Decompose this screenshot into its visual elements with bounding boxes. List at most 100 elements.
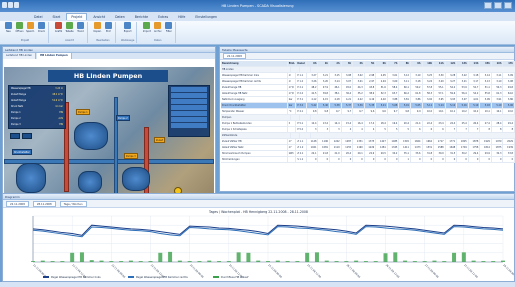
ribbon-button[interactable]: Trend (76, 22, 85, 37)
data-table[interactable]: Bezeichnung Einh. Kanal 0h 1h 2h 3h 4h 5h 6h 7h 8h 9… (221, 61, 515, 190)
column-header[interactable]: Kanal (296, 61, 307, 66)
date-from-field[interactable]: 22.11.2008 (6, 200, 29, 207)
column-header[interactable]: 14h (469, 61, 481, 66)
menu-tab[interactable]: Hilfe (174, 14, 189, 20)
ribbon-button[interactable]: Einf. (104, 22, 113, 37)
column-header[interactable]: 13h (457, 61, 469, 66)
table-cell: m³ (288, 139, 297, 144)
column-header[interactable]: 8h (399, 61, 411, 66)
menu-tab[interactable]: Projekt (66, 13, 88, 20)
menu-tab[interactable]: Extras (154, 14, 172, 20)
table-cell: 3,91 (492, 97, 504, 102)
undo-icon[interactable] (14, 2, 19, 8)
column-header[interactable]: 6h (376, 61, 388, 66)
menu-tab[interactable]: Ansicht (89, 14, 109, 20)
table-cell: 1281 (376, 145, 388, 150)
ribbon-button[interactable]: Grafik (54, 22, 63, 37)
table-cell: 35,2 (353, 91, 365, 96)
menu-tab[interactable]: Berichte (131, 14, 152, 20)
minimize-button[interactable] (484, 2, 492, 9)
ribbon-button[interactable]: Filter (164, 22, 173, 37)
column-header[interactable]: 12h (446, 61, 458, 66)
table-cell: 3,86 (411, 97, 423, 102)
document-tab[interactable]: HB Linden Pumpen (37, 53, 72, 59)
table-cell: 3,30 (434, 73, 446, 78)
ribbon-button[interactable]: Import (142, 22, 151, 37)
column-header[interactable]: 9h (411, 61, 423, 66)
table-cell: 0 (388, 157, 400, 162)
ribbon-button[interactable]: Speich. (26, 22, 35, 37)
table-cell (300, 67, 311, 72)
table-cell: 8 (503, 127, 515, 132)
flow-bar (119, 261, 124, 262)
column-header[interactable]: 10h (423, 61, 435, 66)
table-cell: 57,8 (423, 85, 435, 90)
ribbon-button[interactable]: Archiv (153, 22, 162, 37)
pump-label[interactable]: Druckbehälter (12, 149, 32, 155)
menu-tab[interactable]: Datei (30, 14, 47, 20)
table-cell: 7 (457, 127, 469, 132)
table-cell: 1155 (342, 145, 354, 150)
trend-chart[interactable]: Tages / Wochenplot - HB Hennigberg 22.11… (3, 208, 515, 281)
ribbon-button[interactable]: Export (123, 22, 132, 37)
pump-unit[interactable] (78, 171, 102, 193)
pump-label[interactable]: Pumpe 1 (76, 109, 90, 115)
column-header[interactable]: 3h (342, 61, 354, 66)
pump-label[interactable]: Zulauf (154, 137, 165, 143)
table-cell: 5,35 (365, 103, 377, 108)
table-cell (288, 127, 297, 132)
menu-tab[interactable]: Start (49, 14, 65, 20)
column-header[interactable]: Bezeichnung (221, 61, 288, 66)
pump-unit[interactable] (122, 167, 150, 191)
ribbon-button[interactable]: Druck (37, 22, 46, 37)
table-cell: 48,2 (307, 85, 319, 90)
column-header[interactable]: 2h (330, 61, 342, 66)
zoom-in-button[interactable] (10, 133, 20, 139)
column-header[interactable]: 15h (480, 61, 492, 66)
column-header[interactable]: Einh. (288, 61, 297, 66)
ribbon-button-label: Öffnen (15, 30, 24, 33)
date-field[interactable]: 22.11.2008 (223, 53, 246, 59)
flow-bar (452, 252, 457, 262)
ribbon-button[interactable]: Tabelle (65, 22, 74, 37)
pump-unit[interactable] (16, 163, 46, 193)
column-header[interactable]: 0h (307, 61, 319, 66)
table-cell: m (288, 79, 297, 84)
maximize-button[interactable] (494, 2, 502, 9)
close-button[interactable] (504, 2, 512, 9)
table-cell: 36,4 (342, 91, 354, 96)
pump-label[interactable]: Pumpe 2 (116, 115, 130, 121)
column-header[interactable]: 17h (503, 61, 515, 66)
table-cell: 4,12 (307, 97, 319, 102)
document-tab[interactable]: Leitstand HB Linden (3, 53, 37, 59)
ribbon-button-label: Kopier. (93, 30, 102, 33)
pump-unit[interactable] (74, 122, 108, 150)
mode-select[interactable]: Tage / Wochen (59, 200, 87, 207)
flow-bar (89, 260, 94, 262)
ribbon-button[interactable]: Öffnen (15, 22, 24, 37)
date-to-field[interactable]: 28.11.2008 (32, 200, 56, 207)
ribbon-button[interactable]: Neu (4, 22, 13, 37)
column-header[interactable]: 4h (353, 61, 365, 66)
flow-bar (471, 260, 476, 262)
ribbon-buttons: Kopier. Einf. (93, 22, 113, 37)
pump-label[interactable]: Pumpe 3 (124, 153, 138, 159)
menu-tab[interactable]: Einstellungen (191, 14, 221, 20)
quick-access-toolbar[interactable] (2, 2, 22, 10)
column-header[interactable]: 16h (492, 61, 504, 66)
ribbon-button[interactable]: Kopier. (93, 22, 102, 37)
column-header[interactable]: 1h (318, 61, 331, 66)
zoom-out-button[interactable] (22, 133, 32, 139)
column-header[interactable]: 5h (365, 61, 377, 66)
ribbon-button-label: Druck (37, 30, 46, 33)
save-icon[interactable] (8, 2, 13, 8)
paste-icon (105, 22, 112, 29)
table-cell: 55,8 (480, 91, 492, 96)
menu-tab[interactable]: Daten (111, 14, 129, 20)
table-row[interactable]: Störmeldungen S 1.1 0 0 0 0 0 0 0 0 1 0 0 0 0 0 0 0 0 0 (221, 157, 515, 163)
column-header[interactable]: 7h (388, 61, 400, 66)
table-cell: Ablaufmenge HB Netz (221, 91, 288, 96)
table-cell: 3,93 (446, 97, 458, 102)
table-cell: 44,3 (353, 85, 365, 90)
column-header[interactable]: 11h (434, 61, 446, 66)
